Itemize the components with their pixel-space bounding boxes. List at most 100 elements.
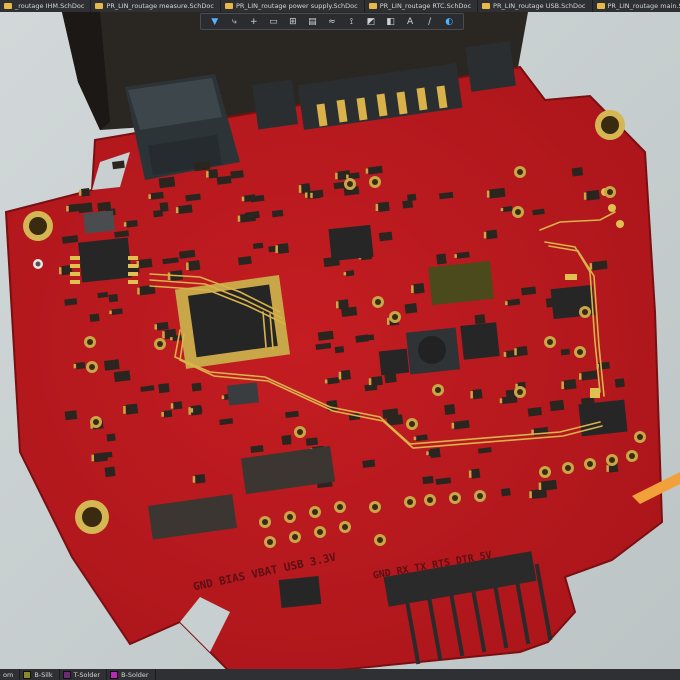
smd-component [80, 188, 90, 197]
line-icon[interactable]: ∕ [424, 16, 436, 28]
smd-pad [188, 407, 191, 415]
smd-pad [468, 470, 472, 478]
smd-component [362, 459, 376, 469]
smd-pad [483, 231, 487, 239]
smd-component [125, 219, 138, 228]
smd-pad [583, 192, 587, 200]
smd-pad [387, 317, 390, 325]
select-rect-icon[interactable]: ▭ [267, 16, 279, 28]
smd-component [305, 437, 319, 446]
smd-pad [343, 272, 347, 276]
smd-pad [137, 287, 140, 295]
through-hole-drill [262, 519, 268, 525]
smd-pad [170, 337, 173, 341]
3d-view-icon[interactable]: ◐ [443, 16, 455, 28]
through-hole-drill [547, 339, 553, 345]
interactive-route-icon[interactable]: ≈ [326, 16, 338, 28]
smd-component [191, 382, 202, 392]
smd-pad [470, 391, 473, 399]
smd-pad [186, 262, 189, 270]
through-hole-drill [542, 469, 548, 475]
document-tab[interactable]: PR_LIN_routage power supply.SchDoc [221, 0, 365, 12]
document-tab-label: PR_LIN_routage main.SchDoc [607, 2, 680, 10]
document-tab[interactable]: PR_LIN_routage RTC.SchDoc [365, 0, 479, 12]
through-hole-drill [629, 453, 635, 459]
document-tab[interactable]: PR_LIN_routage measure.SchDoc [91, 0, 221, 12]
layer-label: B-Solder [121, 670, 149, 679]
through-hole-drill [435, 387, 441, 393]
smd-component [77, 202, 93, 214]
document-tab[interactable]: PR_LIN_routage main.SchDoc [593, 0, 680, 12]
through-hole-drill [267, 539, 273, 545]
smd-component [125, 403, 139, 415]
smd-component [436, 253, 447, 265]
through-hole-drill [517, 169, 523, 175]
layer-tab[interactable]: T-Solder [60, 669, 108, 680]
cross-icon[interactable]: + [248, 16, 260, 28]
smd-component [338, 299, 349, 310]
through-hole-drill [577, 349, 583, 355]
through-hole-drill [89, 364, 95, 370]
through-hole-drill [157, 341, 163, 347]
through-hole-drill [452, 495, 458, 501]
through-hole-drill [347, 181, 353, 187]
through-hole-drill [582, 309, 588, 315]
pcb-3d-canvas[interactable]: GND BIAS VBAT USB 3.3V GND RX TX RTS DTR… [0, 12, 680, 669]
through-hole-drill [517, 389, 523, 395]
smd-pad [148, 194, 151, 199]
through-hole-drill [372, 179, 378, 185]
pcb-board [4, 65, 664, 669]
through-hole-drill [312, 509, 318, 515]
smd-component [404, 303, 418, 314]
string-icon[interactable]: A [404, 16, 416, 28]
through-hole-drill [607, 189, 613, 195]
smd-component [300, 183, 311, 194]
smd-component [89, 313, 100, 322]
smd-component [108, 293, 119, 303]
smd-pad [500, 208, 504, 212]
layer-tab[interactable]: om [0, 669, 21, 680]
smd-pad [237, 215, 241, 222]
pcb-active-bar-toolbar: ▼ ⤷ + ▭ ⊞ ▤ ≈ ⟟ ◩ ◧ A ∕ ◐ [200, 13, 464, 30]
smd-component [75, 361, 86, 370]
through-hole-drill [477, 493, 483, 499]
smd-component [163, 409, 173, 418]
smd-component [531, 488, 548, 499]
smd-pad [375, 203, 379, 211]
smd-component [345, 270, 355, 277]
through-hole-drill [407, 499, 413, 505]
smd-pad [73, 364, 77, 369]
place-component-icon[interactable]: ▤ [306, 16, 318, 28]
document-tab-label: _routage IHM.SchDoc [15, 2, 85, 10]
smd-component [501, 488, 511, 497]
align-icon[interactable]: ⊞ [287, 16, 299, 28]
smd-component [177, 204, 193, 215]
polygon-icon[interactable]: ◧ [385, 16, 397, 28]
smd-pad [365, 168, 369, 174]
layer-tab[interactable]: B-Silk [20, 669, 60, 680]
smd-pad [91, 454, 94, 462]
document-tab[interactable]: PR_LIN_routage USB.SchDoc [478, 0, 593, 12]
smd-component [64, 410, 78, 421]
smd-pad [579, 373, 582, 380]
fill-icon[interactable]: ◩ [365, 16, 377, 28]
through-hole-drill [292, 534, 298, 540]
diff-pair-icon[interactable]: ⟟ [345, 16, 357, 28]
filter-icon[interactable]: ▼ [209, 16, 221, 28]
layer-tab[interactable]: B-Solder [107, 669, 156, 680]
through-hole-drill [93, 419, 99, 425]
route-icon[interactable]: ⤷ [228, 16, 240, 28]
smd-component [516, 345, 528, 357]
smd-component [208, 168, 219, 179]
smd-component [158, 383, 170, 394]
smd-component [188, 260, 201, 271]
smd-pad [221, 395, 225, 399]
smd-pad [451, 422, 455, 429]
smd-pad [206, 171, 209, 178]
document-tab[interactable]: _routage IHM.SchDoc [0, 0, 92, 12]
through-hole-drill [587, 461, 593, 467]
through-hole-drill [609, 457, 615, 463]
through-hole-drill [427, 497, 433, 503]
through-hole-drill [342, 524, 348, 530]
layer-label: om [3, 670, 14, 679]
